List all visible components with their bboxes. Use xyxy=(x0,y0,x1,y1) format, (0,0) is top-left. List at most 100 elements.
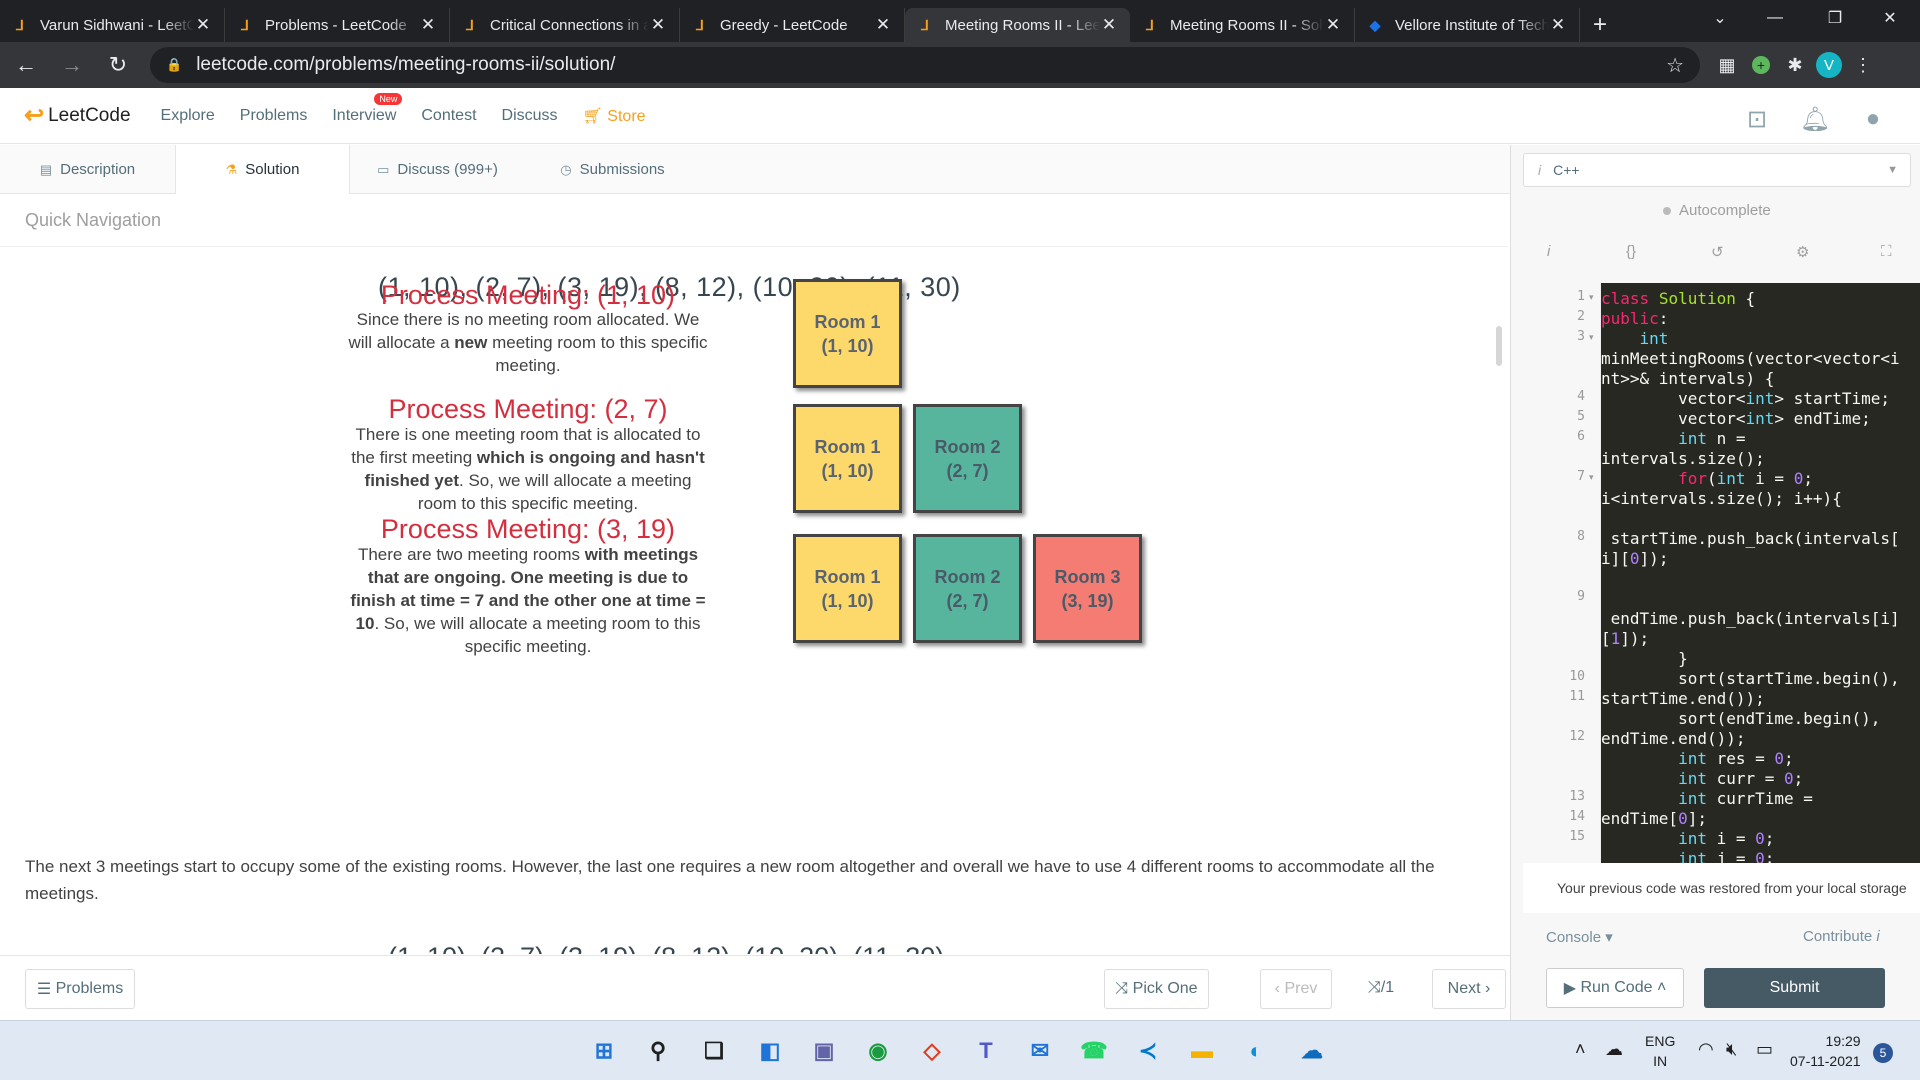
leetcode-logo[interactable]: ↩ LeetCode xyxy=(24,101,131,130)
solution-content: (1, 10), (2, 7), (3, 19), (8, 12), (10, … xyxy=(0,248,1508,954)
content-scrollbar[interactable] xyxy=(1496,326,1502,366)
onedrive-tray-icon[interactable]: ☁ xyxy=(1605,1039,1623,1060)
process-meeting-text: Since there is no meeting room allocated… xyxy=(348,310,708,375)
close-tab-icon[interactable]: ✕ xyxy=(1100,15,1118,35)
chevron-left-icon: ‹ xyxy=(1274,980,1285,997)
submit-button[interactable]: Submit xyxy=(1704,968,1885,1008)
profile-avatar[interactable]: V xyxy=(1812,48,1846,82)
console-toggle[interactable]: Console ▾ xyxy=(1546,928,1613,946)
new-tab-button[interactable]: + xyxy=(1580,8,1620,42)
file-explorer-icon[interactable]: ▬ xyxy=(1184,1033,1220,1069)
extension-plus-icon[interactable]: + xyxy=(1744,48,1778,82)
chrome-icon[interactable]: ◉ xyxy=(860,1033,896,1069)
office-icon[interactable]: ◇ xyxy=(914,1033,950,1069)
playground-icon[interactable]: ⊡ xyxy=(1742,104,1772,134)
fullscreen-icon[interactable]: ⛶ xyxy=(1881,243,1892,260)
nav-discuss[interactable]: Discuss xyxy=(502,107,558,125)
tab-solution[interactable]: ⚗ Solution xyxy=(175,145,350,194)
browser-tab[interactable]: ⅃ Critical Connections in a Network✕ xyxy=(450,8,680,42)
nav-interview[interactable]: Interview New xyxy=(332,92,403,125)
forward-icon[interactable]: → xyxy=(52,45,92,85)
battery-icon[interactable]: ▭ xyxy=(1756,1039,1773,1060)
document-icon: ▤ xyxy=(39,161,53,177)
vscode-icon[interactable]: ≺ xyxy=(1130,1033,1166,1069)
format-braces-icon[interactable]: {} xyxy=(1626,243,1636,260)
store-icon: 🛒︎ xyxy=(582,107,608,125)
process-meeting-title: Process Meeting: (3, 19) xyxy=(380,514,676,544)
speaker-muted-icon[interactable]: 🔇︎ xyxy=(1726,1039,1737,1060)
notification-bell-icon[interactable]: 🔔︎ xyxy=(1800,104,1830,134)
chat-icon[interactable]: ▣ xyxy=(806,1033,842,1069)
reset-icon[interactable]: ↺ xyxy=(1711,243,1724,261)
close-tab-icon[interactable]: ✕ xyxy=(649,15,667,35)
nav-contest[interactable]: Contest xyxy=(421,107,476,125)
fold-arrow-icon[interactable]: ▾ xyxy=(1589,292,1594,303)
browser-tab[interactable]: ◆ Vellore Institute of Technology✕ xyxy=(1355,8,1580,42)
tab-discuss[interactable]: ▭ Discuss (999+) xyxy=(350,145,525,194)
edge-icon[interactable]: ◐ xyxy=(1238,1033,1274,1069)
user-account-icon[interactable]: ● xyxy=(1858,104,1888,134)
widgets-icon[interactable]: ◧ xyxy=(752,1033,788,1069)
close-window-icon[interactable]: ✕ xyxy=(1860,0,1920,36)
room-name: Room 2 xyxy=(934,566,1001,587)
settings-gear-icon[interactable]: ⚙ xyxy=(1796,243,1809,261)
close-tab-icon[interactable]: ✕ xyxy=(874,15,892,35)
browser-tab[interactable]: ⅃ Meeting Rooms II - LeetCode✕ xyxy=(905,8,1130,42)
nav-problems[interactable]: Problems xyxy=(240,107,308,125)
windows-start-icon[interactable]: ⊞ xyxy=(586,1033,622,1069)
browser-tab-title: Problems - LeetCode xyxy=(265,16,407,34)
mail-icon[interactable]: ✉ xyxy=(1022,1033,1058,1069)
language-select[interactable]: i C++ ▼ xyxy=(1523,153,1911,187)
code-editor[interactable]: class Solution { public: int minMeetingR… xyxy=(1601,283,1920,863)
browser-tab[interactable]: ⅃ Problems - LeetCode ✕ xyxy=(225,8,450,42)
close-tab-icon[interactable]: ✕ xyxy=(1549,15,1567,35)
bookmark-star-icon[interactable]: ☆ xyxy=(1666,53,1684,78)
process-meeting-title: Process Meeting: (2, 7) xyxy=(388,394,668,424)
browser-tab[interactable]: ⅃ Varun Sidhwani - LeetCode✕ xyxy=(0,8,225,42)
browser-tab[interactable]: ⅃ Greedy - LeetCode ✕ xyxy=(680,8,905,42)
system-clock[interactable]: 19:29 07-11-2021 xyxy=(1790,1031,1861,1071)
line-number: 6 xyxy=(1577,429,1585,444)
notification-count[interactable]: 5 xyxy=(1873,1043,1893,1063)
language-indicator[interactable]: ENG IN xyxy=(1645,1031,1675,1071)
browser-tab[interactable]: ⅃ Meeting Rooms II - Solution✕ xyxy=(1130,8,1355,42)
tray-chevron-icon[interactable]: ˄ xyxy=(1575,1039,1586,1060)
prev-button[interactable]: ‹ Prev xyxy=(1260,969,1332,1009)
new-badge: New xyxy=(374,92,403,105)
whatsapp-icon[interactable]: ☎ xyxy=(1076,1033,1112,1069)
fold-arrow-icon[interactable]: ▾ xyxy=(1589,472,1594,483)
url-input[interactable]: 🔒 leetcode.com/problems/meeting-rooms-ii… xyxy=(150,47,1700,83)
restore-icon[interactable]: ❐ xyxy=(1805,0,1865,36)
close-tab-icon[interactable]: ✕ xyxy=(194,15,212,35)
quick-navigation[interactable]: Quick Navigation xyxy=(0,195,1508,247)
run-code-button[interactable]: ▶ Run Code ˄ xyxy=(1546,968,1684,1008)
browser-menu-icon[interactable]: ⋮ xyxy=(1846,48,1880,82)
wifi-icon[interactable]: ◠ xyxy=(1698,1039,1714,1060)
tab-search-icon[interactable]: ⌄ xyxy=(1690,0,1750,36)
close-tab-icon[interactable]: ✕ xyxy=(419,15,437,35)
minimize-icon[interactable]: — xyxy=(1745,0,1805,36)
tab-description[interactable]: ▤ Description xyxy=(0,145,175,194)
fold-arrow-icon[interactable]: ▾ xyxy=(1589,332,1594,343)
extensions-puzzle-icon[interactable]: ✱ xyxy=(1778,48,1812,82)
search-icon[interactable]: ⚲ xyxy=(640,1033,676,1069)
line-number: 14 xyxy=(1569,809,1585,824)
back-icon[interactable]: ← xyxy=(6,45,46,85)
tab-submissions[interactable]: ◷ Submissions xyxy=(525,145,700,194)
teams-icon[interactable]: T xyxy=(968,1033,1004,1069)
pick-one-button[interactable]: ⤨ Pick One xyxy=(1104,969,1209,1009)
extension-icon[interactable]: ▦ xyxy=(1710,48,1744,82)
flask-icon: ⚗ xyxy=(225,161,238,177)
onedrive-icon[interactable]: ☁ xyxy=(1294,1033,1330,1069)
reload-icon[interactable]: ↻ xyxy=(98,45,138,85)
autocomplete-toggle[interactable]: Autocomplete xyxy=(1663,202,1771,219)
line-number-gutter: 1▾23▾4567▾891011121314151617 xyxy=(1523,283,1601,904)
task-view-icon[interactable]: ❑ xyxy=(696,1033,732,1069)
problems-button[interactable]: ☰ Problems xyxy=(25,969,135,1009)
contribute-link[interactable]: Contribute i xyxy=(1803,928,1880,945)
editor-info-icon[interactable]: i xyxy=(1547,243,1550,260)
next-button[interactable]: Next › xyxy=(1432,969,1506,1009)
close-tab-icon[interactable]: ✕ xyxy=(1324,15,1342,35)
nav-store[interactable]: 🛒︎ Store xyxy=(583,106,646,126)
nav-explore[interactable]: Explore xyxy=(161,107,215,125)
